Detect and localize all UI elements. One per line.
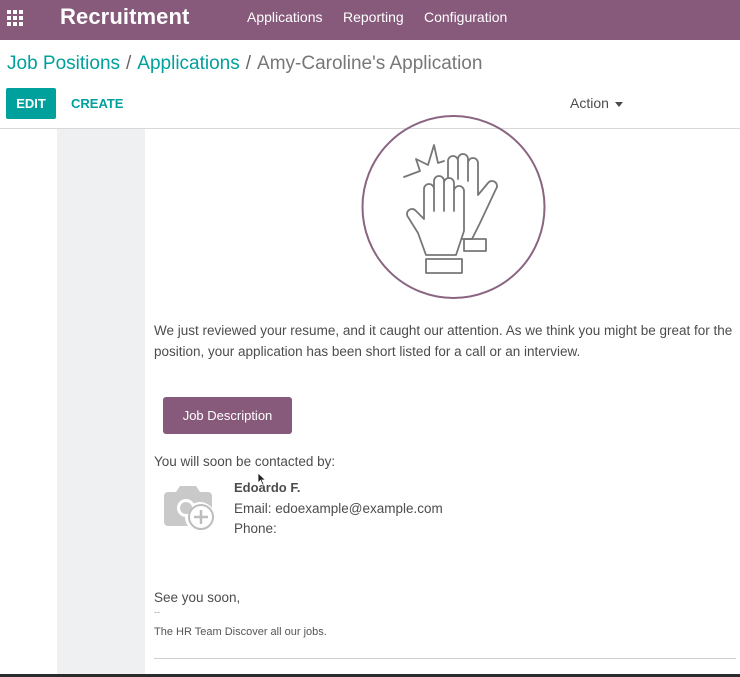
breadcrumb: Job Positions / Applications / Amy-Caroline'… — [7, 53, 482, 75]
menu-configuration[interactable]: Configuration — [424, 9, 507, 25]
mouse-cursor-icon — [257, 472, 267, 486]
edit-button[interactable]: EDIT — [6, 88, 56, 119]
breadcrumb-current: Amy-Caroline's Application — [257, 53, 483, 74]
menu-applications[interactable]: Applications — [247, 9, 323, 25]
message-divider — [154, 658, 736, 659]
breadcrumb-separator: / — [245, 53, 252, 74]
signature-separator: -- — [154, 607, 160, 617]
job-description-button[interactable]: Job Description — [163, 397, 292, 434]
breadcrumb-applications[interactable]: Applications — [137, 53, 239, 74]
action-dropdown[interactable]: Action — [570, 95, 623, 111]
left-gutter — [57, 129, 145, 677]
camera-add-icon — [164, 486, 214, 530]
top-navbar: Recruitment Applications Reporting Confi… — [0, 0, 740, 40]
action-label: Action — [570, 95, 609, 111]
intro-message: We just reviewed your resume, and it cau… — [154, 323, 733, 359]
create-button[interactable]: CREATE — [71, 96, 123, 111]
high-five-hands-icon — [361, 115, 546, 299]
breadcrumb-separator: / — [126, 53, 132, 74]
contact-name: Edoardo F. — [234, 480, 301, 495]
signature-text: The HR Team Discover all our jobs. — [154, 626, 327, 638]
caret-down-icon — [614, 101, 623, 107]
contact-phone: Phone: — [234, 521, 277, 536]
menu-reporting[interactable]: Reporting — [343, 9, 404, 25]
app-title[interactable]: Recruitment — [60, 4, 189, 30]
grid-apps-icon[interactable] — [7, 9, 25, 27]
closing-text: See you soon, — [154, 590, 241, 605]
breadcrumb-job-positions[interactable]: Job Positions — [7, 53, 120, 74]
contact-email: Email: edoexample@example.com — [234, 501, 443, 516]
contact-heading: You will soon be contacted by: — [154, 454, 336, 469]
